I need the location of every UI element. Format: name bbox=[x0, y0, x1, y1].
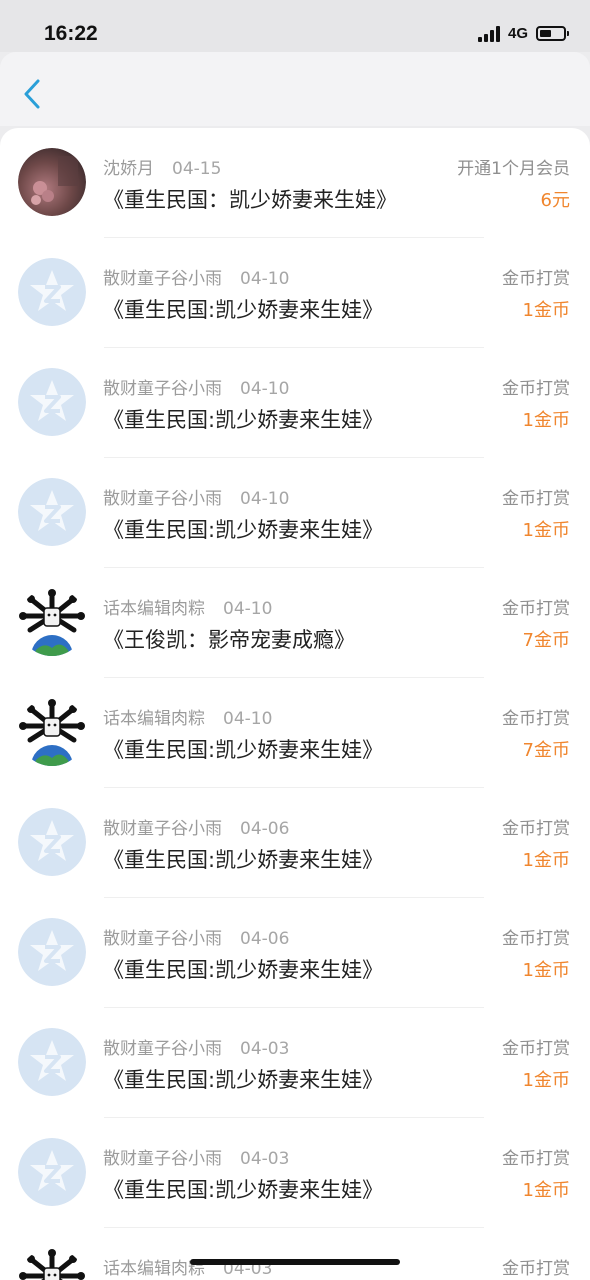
record-row[interactable]: 话本编辑肉粽 04-03 金币打赏 bbox=[0, 1228, 590, 1280]
user-name: 散财童子谷小雨 bbox=[103, 929, 222, 949]
record-type: 金币打赏 bbox=[502, 1039, 570, 1059]
record-date: 04-10 bbox=[240, 489, 290, 509]
battery-icon bbox=[536, 26, 569, 41]
record-amount: 7金币 bbox=[522, 740, 570, 761]
avatar[interactable] bbox=[18, 478, 86, 546]
user-name: 散财童子谷小雨 bbox=[103, 489, 222, 509]
book-title: 《重生民国:凯少娇妻来生娃》 bbox=[103, 958, 384, 982]
record-meta: 散财童子谷小雨 04-03 bbox=[103, 1034, 289, 1059]
record-date: 04-10 bbox=[223, 599, 273, 619]
record-row[interactable]: 话本编辑肉粽 04-10 《王俊凯：影帝宠妻成瘾》 金币打赏 7金币 bbox=[0, 568, 590, 678]
avatar[interactable] bbox=[18, 258, 86, 326]
record-amount: 7金币 bbox=[522, 630, 570, 651]
status-indicators: 4G bbox=[477, 25, 569, 42]
book-title: 《重生民国:凯少娇妻来生娃》 bbox=[103, 848, 384, 872]
user-name: 散财童子谷小雨 bbox=[103, 819, 222, 839]
back-button[interactable] bbox=[16, 74, 50, 114]
record-type: 金币打赏 bbox=[502, 1259, 570, 1279]
user-name: 散财童子谷小雨 bbox=[103, 1149, 222, 1169]
record-date: 04-06 bbox=[240, 819, 290, 839]
user-name: 沈娇月 bbox=[103, 159, 154, 179]
book-title: 《重生民国：凯少娇妻来生娃》 bbox=[103, 188, 397, 212]
network-label: 4G bbox=[507, 25, 528, 42]
record-type: 金币打赏 bbox=[502, 1149, 570, 1169]
income-record-list: 沈娇月 04-15 《重生民国：凯少娇妻来生娃》 开通1个月会员 6元散财童子谷小雨 04… bbox=[0, 128, 590, 1280]
record-date: 04-06 bbox=[240, 929, 290, 949]
record-type: 金币打赏 bbox=[502, 269, 570, 289]
user-name: 话本编辑肉粽 bbox=[103, 599, 205, 619]
record-date: 04-10 bbox=[240, 269, 290, 289]
record-row[interactable]: 话本编辑肉粽 04-10 《重生民国:凯少娇妻来生娃》 金币打赏 7金币 bbox=[0, 678, 590, 788]
record-amount: 1金币 bbox=[522, 1180, 570, 1201]
chevron-left-icon bbox=[24, 79, 40, 109]
book-title: 《重生民国:凯少娇妻来生娃》 bbox=[103, 298, 384, 322]
record-type: 金币打赏 bbox=[502, 819, 570, 839]
record-amount: 6元 bbox=[540, 190, 570, 211]
user-name: 散财童子谷小雨 bbox=[103, 379, 222, 399]
avatar[interactable] bbox=[18, 1028, 86, 1096]
record-meta: 散财童子谷小雨 04-10 bbox=[103, 374, 289, 399]
record-meta: 散财童子谷小雨 04-06 bbox=[103, 814, 289, 839]
record-amount: 1金币 bbox=[522, 1070, 570, 1091]
record-amount: 1金币 bbox=[522, 520, 570, 541]
book-title: 《王俊凯：影帝宠妻成瘾》 bbox=[103, 628, 355, 652]
record-row[interactable]: 散财童子谷小雨 04-03 《重生民国:凯少娇妻来生娃》 金币打赏 1金币 bbox=[0, 1118, 590, 1228]
record-date: 04-10 bbox=[240, 379, 290, 399]
user-name: 话本编辑肉粽 bbox=[103, 709, 205, 729]
record-row[interactable]: 散财童子谷小雨 04-03 《重生民国:凯少娇妻来生娃》 金币打赏 1金币 bbox=[0, 1008, 590, 1118]
book-title: 《重生民国:凯少娇妻来生娃》 bbox=[103, 1178, 384, 1202]
record-type: 金币打赏 bbox=[502, 929, 570, 949]
record-row[interactable]: 散财童子谷小雨 04-10 《重生民国:凯少娇妻来生娃》 金币打赏 1金币 bbox=[0, 238, 590, 348]
book-title: 《重生民国:凯少娇妻来生娃》 bbox=[103, 518, 384, 542]
record-type: 金币打赏 bbox=[502, 489, 570, 509]
record-meta: 话本编辑肉粽 04-10 bbox=[103, 594, 272, 619]
avatar[interactable] bbox=[18, 588, 86, 656]
status-time: 16:22 bbox=[44, 22, 98, 45]
book-title: 《重生民国:凯少娇妻来生娃》 bbox=[103, 1068, 384, 1092]
record-row[interactable]: 散财童子谷小雨 04-06 《重生民国:凯少娇妻来生娃》 金币打赏 1金币 bbox=[0, 788, 590, 898]
record-meta: 散财童子谷小雨 04-10 bbox=[103, 264, 289, 289]
record-amount: 1金币 bbox=[522, 850, 570, 871]
record-row[interactable]: 散财童子谷小雨 04-06 《重生民国:凯少娇妻来生娃》 金币打赏 1金币 bbox=[0, 898, 590, 1008]
book-title: 《重生民国:凯少娇妻来生娃》 bbox=[103, 738, 384, 762]
record-date: 04-10 bbox=[223, 709, 273, 729]
navigation-bar bbox=[0, 52, 590, 126]
avatar[interactable] bbox=[18, 148, 86, 216]
record-date: 04-03 bbox=[240, 1149, 290, 1169]
book-title: 《重生民国:凯少娇妻来生娃》 bbox=[103, 408, 384, 432]
record-type: 金币打赏 bbox=[502, 709, 570, 729]
record-amount: 1金币 bbox=[522, 300, 570, 321]
signal-icon bbox=[477, 25, 500, 42]
avatar[interactable] bbox=[18, 918, 86, 986]
home-indicator bbox=[190, 1259, 400, 1265]
record-row[interactable]: 散财童子谷小雨 04-10 《重生民国:凯少娇妻来生娃》 金币打赏 1金币 bbox=[0, 348, 590, 458]
avatar[interactable] bbox=[18, 698, 86, 766]
record-meta: 话本编辑肉粽 04-03 bbox=[103, 1254, 272, 1279]
record-meta: 话本编辑肉粽 04-10 bbox=[103, 704, 272, 729]
record-type: 开通1个月会员 bbox=[457, 159, 570, 179]
avatar[interactable] bbox=[18, 1248, 86, 1280]
record-row[interactable]: 沈娇月 04-15 《重生民国：凯少娇妻来生娃》 开通1个月会员 6元 bbox=[0, 128, 590, 238]
user-name: 散财童子谷小雨 bbox=[103, 269, 222, 289]
record-meta: 散财童子谷小雨 04-06 bbox=[103, 924, 289, 949]
record-date: 04-15 bbox=[172, 159, 222, 179]
status-bar: 16:22 4G bbox=[0, 0, 590, 52]
record-type: 金币打赏 bbox=[502, 599, 570, 619]
record-meta: 散财童子谷小雨 04-10 bbox=[103, 484, 289, 509]
record-meta: 散财童子谷小雨 04-03 bbox=[103, 1144, 289, 1169]
user-name: 散财童子谷小雨 bbox=[103, 1039, 222, 1059]
avatar[interactable] bbox=[18, 1138, 86, 1206]
record-type: 金币打赏 bbox=[502, 379, 570, 399]
record-row[interactable]: 散财童子谷小雨 04-10 《重生民国:凯少娇妻来生娃》 金币打赏 1金币 bbox=[0, 458, 590, 568]
avatar[interactable] bbox=[18, 368, 86, 436]
record-amount: 1金币 bbox=[522, 960, 570, 981]
record-meta: 沈娇月 04-15 bbox=[103, 154, 221, 179]
record-date: 04-03 bbox=[240, 1039, 290, 1059]
avatar[interactable] bbox=[18, 808, 86, 876]
record-amount: 1金币 bbox=[522, 410, 570, 431]
